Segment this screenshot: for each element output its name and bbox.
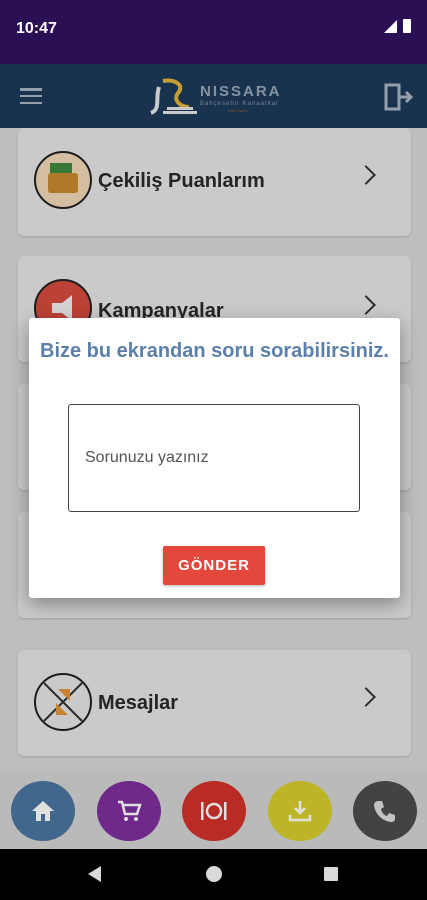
battery-icon [403, 19, 411, 33]
status-icons [384, 19, 411, 33]
submit-button[interactable]: GÖNDER [163, 546, 265, 585]
signal-icon [384, 19, 397, 33]
question-dialog: Bize bu ekrandan soru sorabilirsiniz. So… [29, 318, 400, 598]
home-circle-icon[interactable] [206, 866, 222, 882]
dialog-title: Bize bu ekrandan soru sorabilirsiniz. [40, 340, 389, 362]
question-input-placeholder: Sorunuzu yazınız [85, 449, 209, 466]
back-icon[interactable] [88, 866, 101, 882]
status-time: 10:47 [16, 20, 57, 37]
system-nav-bar [0, 849, 427, 900]
status-bar: 10:47 [0, 0, 427, 64]
question-input[interactable]: Sorunuzu yazınız [68, 404, 360, 512]
recent-apps-icon[interactable] [324, 867, 338, 881]
